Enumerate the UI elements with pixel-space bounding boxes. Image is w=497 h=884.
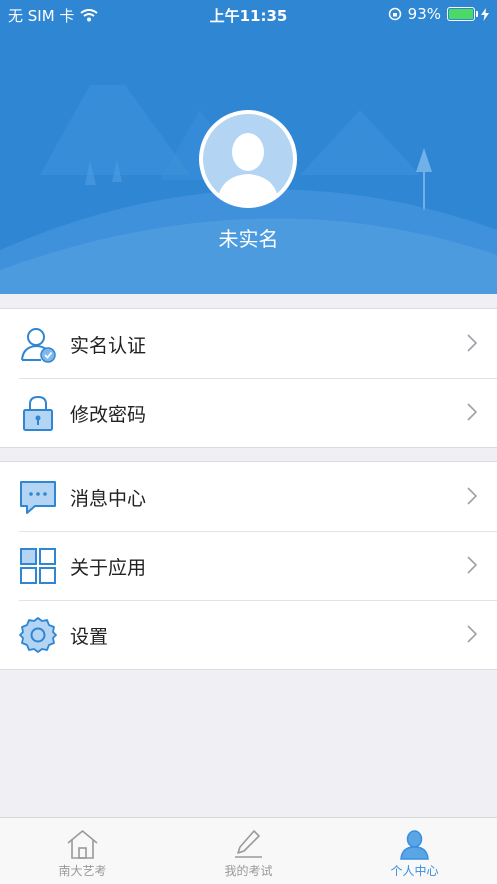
gear-icon [19, 617, 57, 653]
username-label: 未实名 [218, 227, 279, 251]
person-icon [400, 830, 429, 860]
menu-item-message-center[interactable]: 消息中心 [0, 462, 497, 531]
chevron-right-icon [467, 403, 477, 421]
message-icon [20, 481, 56, 514]
profile-header: 无 SIM 卡 上午11:35 93% 未实名 [0, 0, 497, 294]
tab-label: 个人中心 [390, 864, 439, 878]
lock-icon [23, 395, 53, 431]
home-icon [67, 829, 98, 859]
tab-home[interactable]: 南大艺考 [0, 818, 165, 884]
menu-item-label: 实名认证 [70, 335, 147, 357]
chevron-right-icon [467, 556, 477, 574]
status-bar: 无 SIM 卡 上午11:35 93% [0, 0, 497, 30]
orientation-lock-icon [388, 7, 401, 21]
grid-icon [20, 548, 56, 584]
menu-item-settings[interactable]: 设置 [0, 600, 497, 669]
menu-item-real-name-verification[interactable]: 实名认证 [0, 309, 497, 378]
chevron-right-icon [467, 625, 477, 643]
tab-label: 我的考试 [224, 864, 273, 878]
menu-item-about-app[interactable]: 关于应用 [0, 531, 497, 600]
menu-item-label: 修改密码 [70, 404, 147, 426]
account-settings-group: 实名认证 修改密码 [0, 308, 497, 448]
menu-item-change-password[interactable]: 修改密码 [0, 378, 497, 447]
default-avatar-icon [217, 133, 279, 204]
tab-label: 南大艺考 [58, 864, 107, 878]
tab-personal-center[interactable]: 个人中心 [332, 818, 497, 884]
tab-my-exams[interactable]: 我的考试 [166, 818, 331, 884]
avatar[interactable] [199, 110, 297, 208]
battery-icon [447, 7, 478, 21]
chevron-right-icon [467, 334, 477, 352]
battery-percent: 93% [407, 5, 441, 23]
tab-bar: 南大艺考 我的考试 个人中心 [0, 817, 497, 884]
menu-item-label: 设置 [70, 626, 109, 648]
pencil-icon [235, 830, 262, 858]
menu-item-label: 关于应用 [70, 557, 147, 579]
user-verify-icon [21, 328, 56, 363]
chevron-right-icon [467, 487, 477, 505]
charging-icon [481, 7, 489, 21]
app-settings-group: 消息中心 关于应用 设置 [0, 461, 497, 670]
menu-item-label: 消息中心 [70, 488, 147, 510]
